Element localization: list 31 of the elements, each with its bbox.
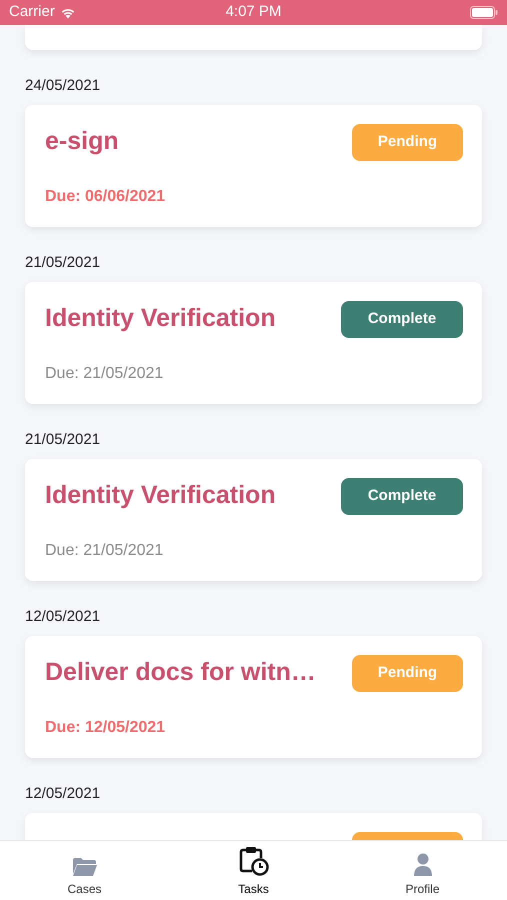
battery-icon	[470, 6, 498, 19]
date-label: 21/05/2021	[25, 430, 102, 450]
date-label: 12/05/2021	[25, 607, 102, 627]
due-date: Due: 06/06/2021	[45, 187, 166, 207]
tab-item[interactable]: Profile	[338, 841, 507, 900]
due-date: Due: 21/05/2021	[45, 541, 164, 561]
task-card[interactable]: e-sign Pending Due: 06/06/2021	[25, 105, 482, 227]
task-title: e-sign	[45, 126, 119, 157]
status-badge: Pending	[352, 124, 463, 161]
task-card[interactable]: Deliver docs for witn… Pending Due: 12/05/2021	[25, 636, 482, 758]
carrier-label: Carrier	[9, 2, 55, 22]
task-card[interactable]: Identity Verification Complete Due: 21/05/2021	[25, 282, 482, 404]
status-badge: Complete	[341, 478, 463, 515]
clock-time: 4:07 PM	[226, 2, 282, 22]
task-title: Identity Verification	[45, 303, 276, 334]
due-date: Due: 21/05/2021	[45, 364, 164, 384]
status-badge: Pending	[352, 655, 463, 692]
date-label: 21/05/2021	[25, 253, 102, 273]
tab-item[interactable]: Tasks	[169, 841, 338, 900]
status-badge: Complete	[341, 301, 463, 338]
task-title: Deliver docs for witn…	[45, 657, 316, 688]
folder-icon	[72, 857, 98, 877]
task-title: Identity Verification	[45, 480, 276, 511]
task-card[interactable]: Identity Verification Complete Due: 21/05/2021	[25, 459, 482, 581]
date-label: 12/05/2021	[25, 784, 102, 804]
due-date: Due: 12/05/2021	[45, 718, 166, 738]
clipboard-clock-icon	[238, 845, 270, 877]
date-label: 24/05/2021	[25, 76, 102, 96]
tab-item[interactable]: Cases	[0, 841, 169, 900]
wifi-icon	[60, 6, 76, 18]
person-icon	[412, 853, 432, 877]
